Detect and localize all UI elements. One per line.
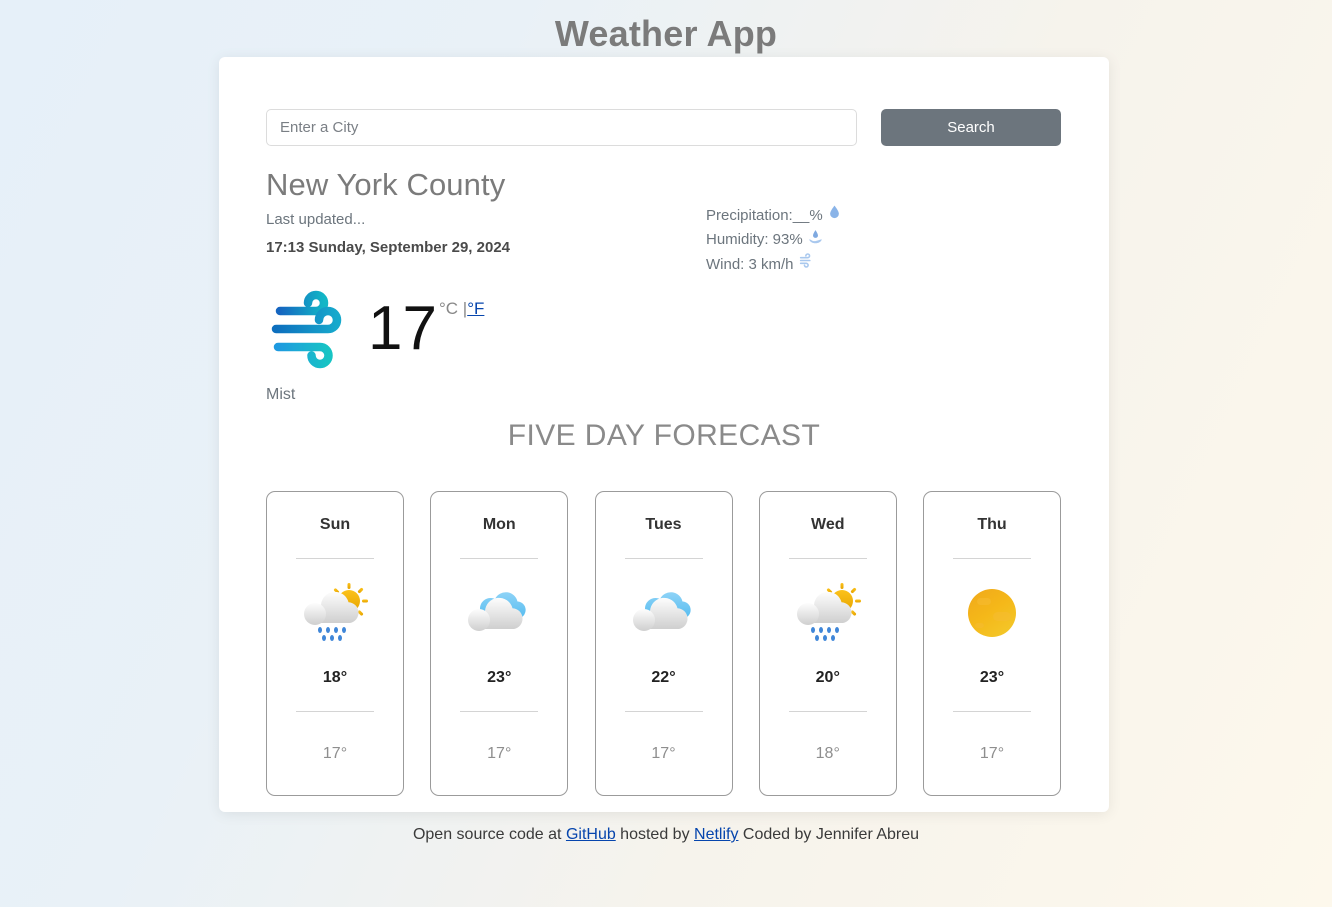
forecast-day-label: Tues xyxy=(645,516,682,533)
cloudy-icon xyxy=(627,582,701,644)
divider xyxy=(460,711,539,712)
search-button[interactable]: Search xyxy=(881,109,1061,146)
footer-text-end: Coded by Jennifer Abreu xyxy=(738,826,920,843)
forecast-high-temp: 18° xyxy=(322,669,348,686)
weather-details: Precipitation:__% Humidity: 93% Wind: 3 … xyxy=(706,203,842,277)
forecast-row: Sun 18° 17° Mon 23° 17° Tues 22° 17° Wed… xyxy=(266,491,1061,796)
forecast-day-label: Thu xyxy=(977,516,1007,533)
forecast-icon-wrap xyxy=(298,565,372,661)
sun-icon xyxy=(955,582,1029,644)
forecast-day-label: Wed xyxy=(811,516,845,533)
forecast-title: FIVE DAY FORECAST xyxy=(507,419,821,452)
unit-toggle: °C |°F xyxy=(439,299,484,319)
forecast-high-temp: 23° xyxy=(979,669,1005,686)
forecast-day-label: Mon xyxy=(482,516,516,533)
unit-celsius: °C xyxy=(438,299,459,318)
forecast-day-label: Sun xyxy=(319,516,351,533)
forecast-low-temp: 18° xyxy=(815,745,840,762)
forecast-card: Thu 23° 17° xyxy=(923,491,1061,796)
forecast-card: Mon 23° 17° xyxy=(430,491,569,796)
forecast-card: Tues 22° 17° xyxy=(594,491,733,796)
divider xyxy=(296,558,374,559)
forecast-low-temp: 17° xyxy=(651,745,676,762)
footer-text-middle: hosted by xyxy=(615,826,695,843)
wind-label: Wind: 3 km/h xyxy=(706,255,794,273)
wind-icon xyxy=(798,252,816,277)
forecast-icon-wrap xyxy=(627,565,701,661)
forecast-low-temp: 17° xyxy=(487,745,512,762)
forecast-low-temp: 17° xyxy=(322,745,348,762)
forecast-high-temp: 20° xyxy=(815,669,840,686)
divider xyxy=(788,711,867,712)
precipitation-detail: Precipitation:__% xyxy=(706,203,842,228)
divider xyxy=(953,711,1031,712)
page-title: Weather App xyxy=(554,13,778,54)
last-updated-time: 17:13 Sunday, September 29, 2024 xyxy=(266,239,511,256)
forecast-icon-wrap xyxy=(955,565,1029,661)
forecast-card: Wed 20° 18° xyxy=(758,491,897,796)
search-input[interactable] xyxy=(266,109,857,146)
divider xyxy=(624,558,703,559)
github-link[interactable]: GitHub xyxy=(566,826,616,843)
footer-text-start: Open source code at xyxy=(412,826,566,843)
mist-wind-icon xyxy=(266,289,358,369)
divider xyxy=(296,711,374,712)
divider xyxy=(788,558,867,559)
sun-behind-rain-cloud-icon xyxy=(298,582,372,644)
last-updated-label: Last updated... xyxy=(266,211,366,228)
city-name: New York County xyxy=(266,167,506,202)
netlify-link[interactable]: Netlify xyxy=(694,826,738,843)
wind-detail: Wind: 3 km/h xyxy=(706,252,842,277)
divider xyxy=(953,558,1031,559)
divider xyxy=(460,558,539,559)
weather-condition: Mist xyxy=(266,386,296,403)
humidity-hand-icon xyxy=(807,228,824,253)
temperature-value: 17 xyxy=(368,294,437,363)
search-row: Search xyxy=(266,109,1061,146)
cloudy-icon xyxy=(462,582,536,644)
humidity-label: Humidity: 93% xyxy=(706,231,803,248)
forecast-high-temp: 23° xyxy=(487,669,512,686)
humidity-detail: Humidity: 93% xyxy=(706,228,842,253)
divider xyxy=(624,711,703,712)
forecast-icon-wrap xyxy=(791,565,865,661)
sun-behind-rain-cloud-icon xyxy=(791,582,865,644)
forecast-icon-wrap xyxy=(462,565,536,661)
forecast-low-temp: 17° xyxy=(979,745,1005,762)
water-drop-icon xyxy=(827,203,842,228)
unit-fahrenheit-link[interactable]: °F xyxy=(467,299,484,318)
precipitation-label: Precipitation:__% xyxy=(706,206,823,224)
weather-app-card: Search New York County Last updated... 1… xyxy=(219,57,1109,812)
forecast-high-temp: 22° xyxy=(651,669,676,686)
current-temperature-row: 17 °C |°F xyxy=(266,289,484,369)
forecast-card: Sun 18° 17° xyxy=(266,491,404,796)
footer: Open source code at GitHub hosted by Net… xyxy=(0,826,1332,844)
